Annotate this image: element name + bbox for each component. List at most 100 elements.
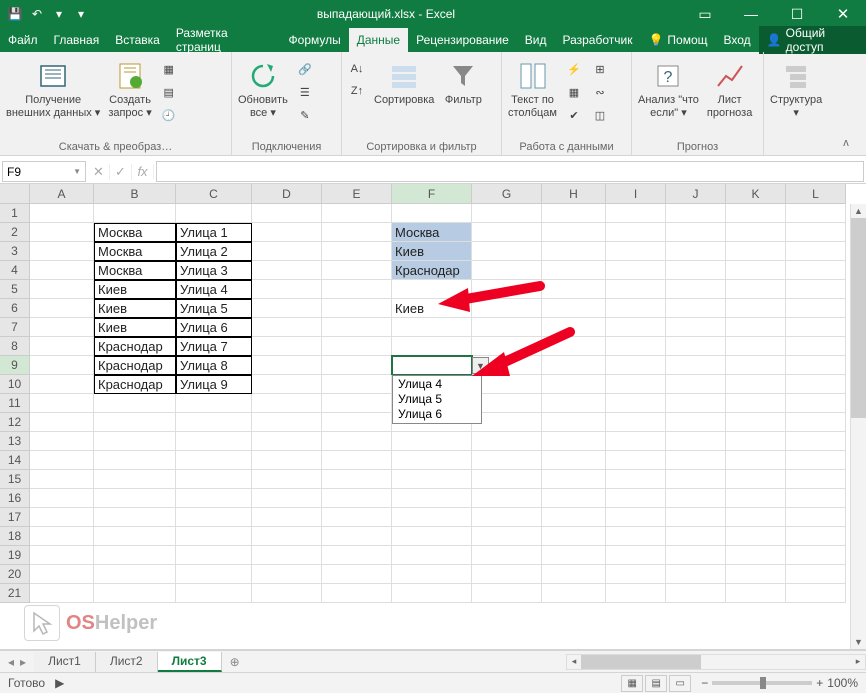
cell-B11[interactable] bbox=[94, 394, 176, 413]
dropdown-list[interactable]: Улица 4Улица 5Улица 6 bbox=[392, 375, 482, 424]
cell-I1[interactable] bbox=[606, 204, 666, 223]
cell-G18[interactable] bbox=[472, 527, 542, 546]
cell-B17[interactable] bbox=[94, 508, 176, 527]
cell-I5[interactable] bbox=[606, 280, 666, 299]
cell-D15[interactable] bbox=[252, 470, 322, 489]
cell-B3[interactable]: Москва bbox=[94, 242, 176, 261]
cell-J7[interactable] bbox=[666, 318, 726, 337]
cell-L18[interactable] bbox=[786, 527, 846, 546]
cell-D2[interactable] bbox=[252, 223, 322, 242]
cell-G5[interactable] bbox=[472, 280, 542, 299]
cell-H16[interactable] bbox=[542, 489, 606, 508]
edit-links-button[interactable]: ✎ bbox=[294, 104, 316, 126]
cell-K7[interactable] bbox=[726, 318, 786, 337]
column-header-G[interactable]: G bbox=[472, 184, 542, 204]
cell-A15[interactable] bbox=[30, 470, 94, 489]
cell-J4[interactable] bbox=[666, 261, 726, 280]
cell-L14[interactable] bbox=[786, 451, 846, 470]
row-header-6[interactable]: 6 bbox=[0, 299, 30, 318]
cell-A1[interactable] bbox=[30, 204, 94, 223]
cell-I14[interactable] bbox=[606, 451, 666, 470]
cell-I21[interactable] bbox=[606, 584, 666, 603]
sign-in[interactable]: Вход bbox=[716, 33, 759, 47]
column-header-E[interactable]: E bbox=[322, 184, 392, 204]
cell-C19[interactable] bbox=[176, 546, 252, 565]
cell-B7[interactable]: Киев bbox=[94, 318, 176, 337]
row-header-20[interactable]: 20 bbox=[0, 565, 30, 584]
cell-A4[interactable] bbox=[30, 261, 94, 280]
cell-E1[interactable] bbox=[322, 204, 392, 223]
cell-G4[interactable] bbox=[472, 261, 542, 280]
cell-L19[interactable] bbox=[786, 546, 846, 565]
cell-D3[interactable] bbox=[252, 242, 322, 261]
cell-C3[interactable]: Улица 2 bbox=[176, 242, 252, 261]
cell-H1[interactable] bbox=[542, 204, 606, 223]
cell-B1[interactable] bbox=[94, 204, 176, 223]
ribbon-tab-формулы[interactable]: Формулы bbox=[281, 28, 349, 52]
cell-L11[interactable] bbox=[786, 394, 846, 413]
cell-J3[interactable] bbox=[666, 242, 726, 261]
name-box[interactable]: F9▼ bbox=[2, 161, 86, 182]
cell-B19[interactable] bbox=[94, 546, 176, 565]
column-header-F[interactable]: F bbox=[392, 184, 472, 204]
cell-E4[interactable] bbox=[322, 261, 392, 280]
ribbon-tab-данные[interactable]: Данные bbox=[349, 28, 408, 52]
cell-G16[interactable] bbox=[472, 489, 542, 508]
cell-A3[interactable] bbox=[30, 242, 94, 261]
cell-J14[interactable] bbox=[666, 451, 726, 470]
cell-D5[interactable] bbox=[252, 280, 322, 299]
maximize-button[interactable]: ☐ bbox=[774, 0, 820, 28]
cell-E13[interactable] bbox=[322, 432, 392, 451]
cell-I19[interactable] bbox=[606, 546, 666, 565]
cell-I3[interactable] bbox=[606, 242, 666, 261]
cell-C12[interactable] bbox=[176, 413, 252, 432]
cell-E2[interactable] bbox=[322, 223, 392, 242]
cell-G12[interactable] bbox=[472, 413, 542, 432]
column-header-I[interactable]: I bbox=[606, 184, 666, 204]
cell-L10[interactable] bbox=[786, 375, 846, 394]
cell-L5[interactable] bbox=[786, 280, 846, 299]
cell-G2[interactable] bbox=[472, 223, 542, 242]
row-header-7[interactable]: 7 bbox=[0, 318, 30, 337]
column-header-L[interactable]: L bbox=[786, 184, 846, 204]
cell-H3[interactable] bbox=[542, 242, 606, 261]
macro-record-icon[interactable]: ▶ bbox=[55, 676, 64, 690]
cell-B8[interactable]: Краснодар bbox=[94, 337, 176, 356]
cell-H17[interactable] bbox=[542, 508, 606, 527]
from-table-button[interactable]: ▤ bbox=[158, 81, 180, 103]
ribbon-tab-рецензирование[interactable]: Рецензирование bbox=[408, 28, 517, 52]
cell-K21[interactable] bbox=[726, 584, 786, 603]
cell-K13[interactable] bbox=[726, 432, 786, 451]
cell-E15[interactable] bbox=[322, 470, 392, 489]
cell-C16[interactable] bbox=[176, 489, 252, 508]
cell-I10[interactable] bbox=[606, 375, 666, 394]
redo-icon[interactable]: ▾ bbox=[50, 5, 68, 23]
get-external-data-button[interactable]: Получение внешних данных ▾ bbox=[4, 58, 102, 119]
cell-A7[interactable] bbox=[30, 318, 94, 337]
cell-A8[interactable] bbox=[30, 337, 94, 356]
cell-I12[interactable] bbox=[606, 413, 666, 432]
cell-J10[interactable] bbox=[666, 375, 726, 394]
cell-H15[interactable] bbox=[542, 470, 606, 489]
column-header-J[interactable]: J bbox=[666, 184, 726, 204]
cell-C17[interactable] bbox=[176, 508, 252, 527]
qat-customize-icon[interactable]: ▾ bbox=[72, 5, 90, 23]
cell-H21[interactable] bbox=[542, 584, 606, 603]
cell-G3[interactable] bbox=[472, 242, 542, 261]
cell-J5[interactable] bbox=[666, 280, 726, 299]
row-header-17[interactable]: 17 bbox=[0, 508, 30, 527]
cell-G11[interactable] bbox=[472, 394, 542, 413]
new-sheet-button[interactable]: ⊕ bbox=[222, 655, 248, 669]
cell-H5[interactable] bbox=[542, 280, 606, 299]
row-header-5[interactable]: 5 bbox=[0, 280, 30, 299]
ribbon-tab-вид[interactable]: Вид bbox=[517, 28, 555, 52]
cell-G15[interactable] bbox=[472, 470, 542, 489]
cell-L15[interactable] bbox=[786, 470, 846, 489]
cell-E7[interactable] bbox=[322, 318, 392, 337]
cell-B12[interactable] bbox=[94, 413, 176, 432]
cell-I16[interactable] bbox=[606, 489, 666, 508]
cell-A5[interactable] bbox=[30, 280, 94, 299]
dropdown-option[interactable]: Улица 5 bbox=[394, 392, 480, 407]
consolidate-button[interactable]: ⊞ bbox=[589, 58, 611, 80]
share-button[interactable]: 👤 Общий доступ bbox=[759, 26, 866, 54]
